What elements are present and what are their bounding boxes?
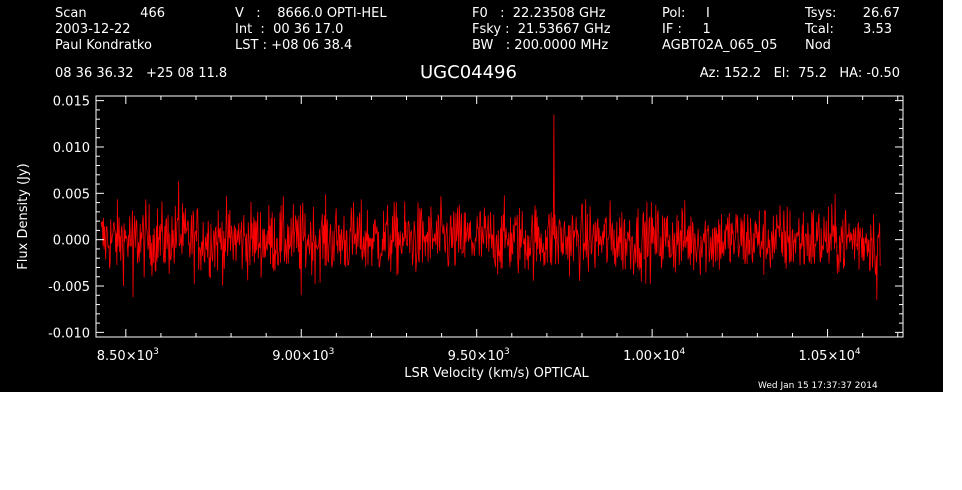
- axis-ticks: [96, 96, 903, 337]
- y-tick-label: 0.015: [53, 95, 90, 110]
- spectrum-chart: 8.50×103 9.00×103 9.50×103 1.00×104 1.05×104…: [16, 95, 904, 381]
- x-tick-label: 9.50×103: [448, 347, 510, 364]
- x-axis-label: LSR Velocity (km/s) OPTICAL: [404, 366, 589, 381]
- y-axis-label: Flux Density (Jy): [16, 163, 31, 269]
- x-tick-label: 9.00×103: [272, 347, 334, 364]
- y-tick-label: -0.005: [48, 280, 90, 295]
- plot-frame: [95, 95, 904, 338]
- y-tick-label: -0.010: [48, 326, 90, 341]
- spectrum-line: [100, 114, 881, 300]
- y-tick-label: 0.005: [53, 187, 90, 202]
- x-tick-label: 1.00×104: [623, 347, 685, 364]
- y-tick-label: 0.000: [53, 234, 90, 249]
- x-tick-label: 8.50×103: [97, 347, 159, 364]
- x-tick-labels: 8.50×103 9.00×103 9.50×103 1.00×104 1.05×104…: [97, 347, 861, 364]
- x-tick-label: 1.05×104: [799, 347, 861, 364]
- y-tick-labels: 0.015 0.010 0.005 0.000 -0.005 -0.010: [48, 95, 90, 342]
- y-tick-label: 0.010: [53, 141, 90, 156]
- spectrum-trace-group: [100, 114, 881, 300]
